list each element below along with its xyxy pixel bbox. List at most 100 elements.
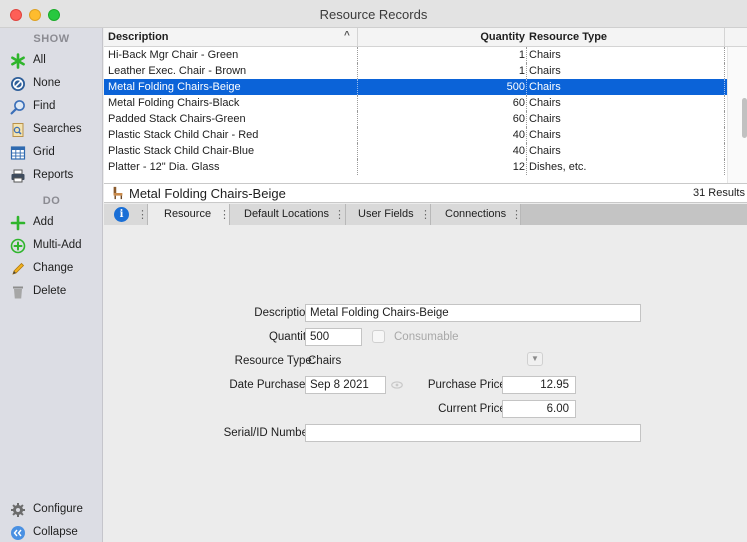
sidebar-item-none[interactable]: None [0,73,103,95]
purchase-price-field[interactable]: 12.95 [502,376,576,394]
do-section-heading: DO [42,195,61,207]
cell-description: Platter - 12" Dia. Glass [108,161,220,173]
table-row[interactable]: Padded Stack Chairs-Green 60 Chairs [104,111,747,127]
sidebar-item-collapse[interactable]: Collapse [0,522,103,542]
table-row[interactable]: Platter - 12" Dia. Glass 12 Dishes, etc. [104,159,747,175]
purchase-price-label: Purchase Price: [427,379,509,391]
serial-id-label: Serial/ID Number: [223,427,315,439]
sidebar-item-label: Multi-Add [33,239,82,251]
chair-icon [113,186,123,200]
cell-quantity: 40 [512,129,525,141]
column-header-description[interactable]: Description [108,31,169,43]
record-title: Metal Folding Chairs-Beige [129,186,286,201]
resource-type-label: Resource Type: [234,355,315,367]
table-row[interactable]: Leather Exec. Chair - Brown 1 Chairs [104,63,747,79]
column-divider[interactable] [724,28,725,47]
tab-menu-icon[interactable]: ⋮ [420,208,431,221]
chevron-down-icon[interactable]: ▼ [527,352,543,366]
search-icon [10,100,25,115]
cell-resource-type: Chairs [529,49,561,61]
cell-resource-type: Dishes, etc. [529,161,587,173]
tab-label: User Fields [358,208,414,220]
cell-description: Metal Folding Chairs-Black [108,97,240,109]
tab-menu-icon[interactable]: ⋮ [511,208,522,221]
cell-quantity: 500 [506,81,525,93]
tab-info[interactable]: i ⋮ [104,204,148,225]
table-header: Description ^ Quantity Resource Type [104,28,747,47]
calendar-picker-icon[interactable] [390,378,404,392]
sidebar-item-multi-add[interactable]: Multi-Add [0,235,103,257]
cell-quantity: 60 [512,113,525,125]
sidebar-item-label: Delete [33,285,67,297]
cell-quantity: 60 [512,97,525,109]
current-price-label: Current Price: [438,403,509,415]
cell-resource-type: Chairs [529,145,561,157]
description-field[interactable]: Metal Folding Chairs-Beige [305,304,641,322]
date-purchased-label: Date Purchased: [229,379,315,391]
sidebar-item-label: Change [33,262,74,274]
sidebar-item-label: Find [33,100,56,112]
sidebar-item-label: Add [33,216,54,228]
sidebar-item-all[interactable]: All [0,50,103,72]
plus-icon [10,215,26,231]
table-row[interactable]: Plastic Stack Child Chair-Blue 40 Chairs [104,143,747,159]
tab-menu-icon[interactable]: ⋮ [219,208,230,221]
serial-id-field[interactable] [305,424,641,442]
info-icon: i [114,207,129,222]
sidebar-item-delete[interactable]: Delete [0,281,103,303]
tab-label: Resource [164,208,212,220]
cell-resource-type: Chairs [529,81,561,93]
cell-quantity: 1 [518,49,525,61]
quantity-field[interactable]: 500 [305,328,362,346]
sidebar-item-find[interactable]: Find [0,96,103,118]
table-row[interactable]: Metal Folding Chairs-Black 60 Chairs [104,95,747,111]
sidebar: SHOW All None Find Searches Grid Reports… [0,28,103,542]
cell-quantity: 40 [512,145,525,157]
tab-menu-icon[interactable]: ⋮ [334,208,345,221]
tab-label: Connections [445,208,507,220]
cell-quantity: 1 [518,65,525,77]
grid-icon [10,146,26,160]
sidebar-item-add[interactable]: Add [0,212,103,234]
sidebar-item-grid[interactable]: Grid [0,142,103,164]
sidebar-item-label: Configure [33,503,83,515]
column-header-quantity[interactable]: Quantity [360,31,525,43]
date-purchased-field[interactable]: Sep 8 2021 [305,376,386,394]
tab-label: Default Locations [244,208,329,220]
cell-resource-type: Chairs [529,113,561,125]
collapse-icon [11,526,25,540]
tab-connections[interactable]: Connections ⋮ [431,204,522,225]
table-row[interactable]: Plastic Stack Child Chair - Red 40 Chair… [104,127,747,143]
table-scroll-thumb[interactable] [742,98,747,138]
cell-resource-type: Chairs [529,65,561,77]
current-price-field[interactable]: 6.00 [502,400,576,418]
sidebar-item-label: Reports [33,169,74,181]
cell-resource-type: Chairs [529,129,561,141]
column-divider[interactable] [357,28,358,47]
table-row[interactable]: Hi-Back Mgr Chair - Green 1 Chairs [104,47,747,63]
consumable-checkbox[interactable] [372,330,385,343]
tab-default-locations[interactable]: Default Locations ⋮ [230,204,346,225]
sidebar-item-label: None [33,77,61,89]
sidebar-item-searches[interactable]: Searches [0,119,103,141]
none-icon [11,77,25,91]
trash-icon [13,286,23,299]
window-title: Resource Records [319,7,428,22]
cell-description: Padded Stack Chairs-Green [108,113,246,125]
multi-add-icon [10,238,26,254]
tab-user-fields[interactable]: User Fields ⋮ [346,204,431,225]
sidebar-item-reports[interactable]: Reports [0,165,103,187]
saved-searches-icon [12,123,24,137]
cell-resource-type: Chairs [529,97,561,109]
resource-table: Description ^ Quantity Resource Type Hi-… [104,28,747,183]
printer-icon [11,169,25,183]
resource-type-value[interactable]: Chairs [308,355,341,367]
sidebar-item-configure[interactable]: Configure [0,499,103,521]
sort-ascending-icon: ^ [344,30,350,41]
tab-resource[interactable]: Resource ⋮ [148,204,230,225]
tab-menu-icon[interactable]: ⋮ [137,208,148,221]
column-header-resource-type[interactable]: Resource Type [529,31,607,43]
sidebar-item-change[interactable]: Change [0,258,103,280]
table-row-selected[interactable]: Metal Folding Chairs-Beige 500 Chairs [104,79,747,95]
asterisk-icon [11,53,25,69]
